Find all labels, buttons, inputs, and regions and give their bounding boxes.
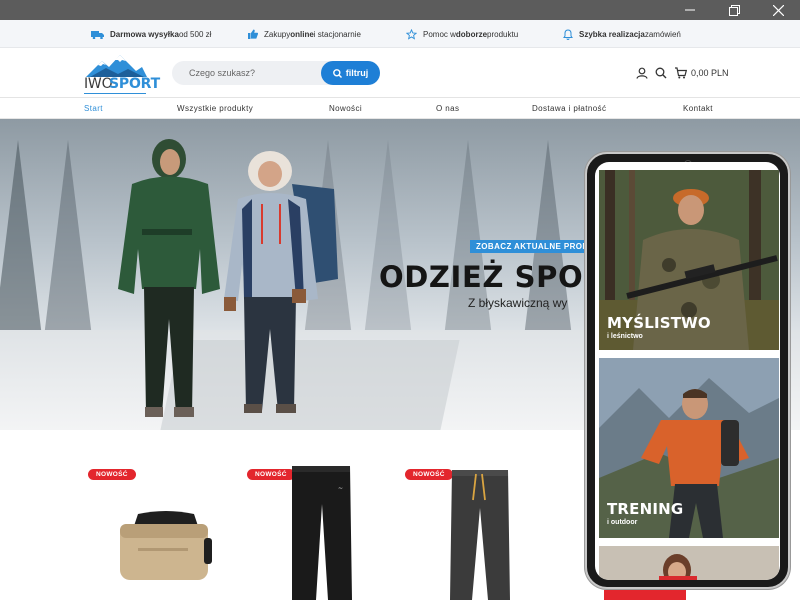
tile-title: MYŚLISTWO xyxy=(607,314,711,332)
category-tile-training[interactable]: TRENING i outdoor xyxy=(599,358,779,538)
info-text: od 500 zł xyxy=(178,29,212,39)
info-text: zamówień xyxy=(644,29,681,39)
hiker-woman-image xyxy=(224,151,338,413)
site-header: IWO SPORT filtruj 0,00 PLN xyxy=(0,48,800,98)
product-image-bag xyxy=(120,511,212,580)
svg-text:~: ~ xyxy=(338,485,343,492)
product-image-pants: ~ xyxy=(292,466,352,600)
user-icon[interactable] xyxy=(636,67,648,79)
red-banner-strip xyxy=(604,590,686,600)
phone-mockup: MYŚLISTWO i leśnictwo TRENING i outdoor xyxy=(585,152,790,589)
promo-badge[interactable]: ZOBACZ AKTUALNE PROM xyxy=(470,240,596,253)
main-nav: Start Wszystkie produkty Nowości O nas D… xyxy=(0,98,800,119)
site-logo[interactable]: IWO SPORT xyxy=(84,54,160,94)
truck-icon xyxy=(91,30,104,39)
nav-item-news[interactable]: Nowości xyxy=(329,98,362,119)
restore-icon xyxy=(728,4,740,16)
info-bold: online xyxy=(290,29,314,39)
minimize-icon xyxy=(685,9,695,11)
new-badge: NOWOŚĆ xyxy=(88,469,136,480)
hiker-man-image xyxy=(118,139,220,417)
nav-item-start[interactable]: Start xyxy=(84,98,103,119)
nav-item-about[interactable]: O nas xyxy=(436,98,459,119)
product-card[interactable]: NOWOŚĆ ~ xyxy=(244,430,394,600)
nav-item-shipping[interactable]: Dostawa i płatność xyxy=(532,98,606,119)
tile-title: TRENING xyxy=(607,500,684,518)
nav-item-contact[interactable]: Kontakt xyxy=(683,98,713,119)
close-icon xyxy=(772,4,784,16)
category-tile-more[interactable] xyxy=(599,546,779,580)
phone-screen: MYŚLISTWO i leśnictwo TRENING i outdoor xyxy=(595,162,780,580)
new-badge: NOWOŚĆ xyxy=(405,469,453,480)
cart-total[interactable]: 0,00 PLN xyxy=(691,68,729,78)
close-button[interactable] xyxy=(756,0,800,20)
hero-subtitle: Z błyskawiczną wy xyxy=(468,296,568,310)
info-help: Pomoc w doborze produktu xyxy=(406,20,518,48)
search-bar: filtruj xyxy=(172,61,380,85)
info-text: i stacjonarnie xyxy=(313,29,361,39)
logo-underline xyxy=(84,93,146,94)
product-card[interactable]: NOWOŚĆ xyxy=(402,430,552,600)
tile-subtitle: i outdoor xyxy=(607,519,638,526)
restore-button[interactable] xyxy=(712,0,756,20)
info-bold: doborze xyxy=(455,29,488,39)
info-online: Zakupy online i stacjonarnie xyxy=(248,20,361,48)
info-text: produktu xyxy=(487,29,519,39)
star-icon xyxy=(406,28,417,40)
filter-button-label: filtruj xyxy=(345,68,369,78)
info-bar: Darmowa wysyłka od 500 zł Zakupy online … xyxy=(0,20,800,48)
tile-subtitle: i leśnictwo xyxy=(607,333,643,340)
mountain-logo-icon xyxy=(86,55,147,77)
info-fast: Szybka realizacja zamówień xyxy=(563,20,681,48)
minimize-button[interactable] xyxy=(668,0,712,20)
info-pre: Zakupy xyxy=(264,29,291,39)
category-image xyxy=(599,546,779,580)
product-image-joggers xyxy=(450,470,510,600)
category-tile-hunting[interactable]: MYŚLISTWO i leśnictwo xyxy=(599,170,779,350)
search-input[interactable] xyxy=(172,61,322,85)
info-bold: Szybka realizacja xyxy=(579,29,645,39)
info-bold: Darmowa wysyłka xyxy=(110,29,179,39)
cart-icon[interactable] xyxy=(674,67,687,79)
bell-icon xyxy=(563,28,573,40)
window-titlebar xyxy=(0,0,800,20)
thumbs-up-icon xyxy=(248,29,258,39)
search-icon xyxy=(332,68,342,78)
logo-text-sport: SPORT xyxy=(109,76,160,92)
filter-button[interactable]: filtruj xyxy=(321,61,380,85)
header-actions: 0,00 PLN xyxy=(636,64,729,82)
hero-title: ODZIEŻ SPOR xyxy=(379,260,607,294)
info-free-shipping: Darmowa wysyłka od 500 zł xyxy=(91,20,211,48)
product-card[interactable]: NOWOŚĆ xyxy=(86,430,236,600)
nav-item-all-products[interactable]: Wszystkie produkty xyxy=(177,98,253,119)
search-icon[interactable] xyxy=(655,67,667,79)
info-pre: Pomoc w xyxy=(423,29,456,39)
